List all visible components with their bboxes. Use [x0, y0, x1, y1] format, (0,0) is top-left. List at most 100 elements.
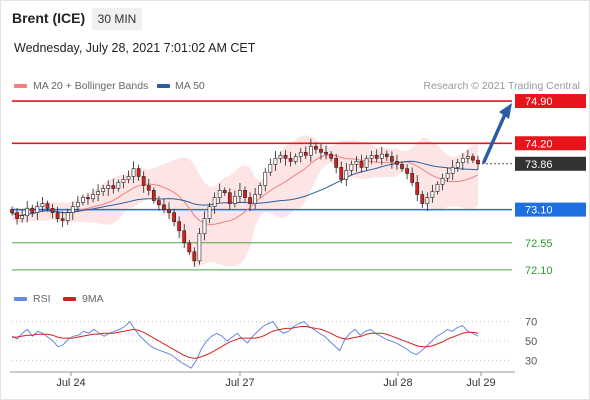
candle-body	[121, 179, 126, 183]
candle-body	[283, 155, 288, 159]
candle-body	[308, 145, 313, 156]
candle-body	[258, 185, 263, 195]
candle-body	[30, 208, 35, 213]
candle-body	[126, 176, 131, 180]
candle-body	[329, 153, 333, 159]
candle-body	[293, 156, 298, 162]
x-tick-label: Jul 29	[466, 377, 495, 389]
candle-body	[476, 159, 480, 165]
candle-body	[374, 155, 379, 159]
candle-body	[400, 164, 404, 169]
candle-body	[425, 197, 430, 204]
candle-body	[243, 190, 247, 198]
candle-body	[455, 162, 460, 168]
candle-body	[65, 212, 70, 221]
candle-body	[298, 152, 303, 157]
candle-body	[45, 203, 50, 209]
candle-body	[420, 194, 425, 204]
candle-body	[131, 168, 136, 177]
candle-body	[303, 152, 308, 156]
candle-body	[187, 242, 192, 253]
level-badge-text-74.20: 74.20	[525, 138, 553, 150]
candle-body	[359, 161, 364, 168]
candle-body	[471, 156, 475, 161]
candle-body	[354, 161, 359, 165]
level-badge-text-74.90: 74.90	[525, 96, 553, 108]
level-badge-text-73.86: 73.86	[525, 159, 553, 171]
candle-body	[430, 191, 435, 198]
candle-body	[91, 194, 95, 200]
candle-body	[141, 176, 146, 186]
candle-body	[405, 168, 409, 174]
x-tick-label: Jul 28	[383, 377, 412, 389]
rsi-tick-50: 50	[525, 336, 537, 348]
candle-body	[349, 164, 354, 171]
candle-body	[81, 197, 85, 203]
candle-body	[364, 158, 369, 168]
candle-body	[384, 153, 389, 157]
candle-body	[162, 204, 166, 210]
candle-body	[96, 191, 100, 195]
candle-body	[339, 167, 344, 180]
candle-body	[314, 145, 318, 150]
candle-body	[212, 197, 217, 207]
candle-body	[390, 156, 394, 162]
candle-body	[273, 158, 278, 165]
candle-body	[415, 182, 420, 195]
candle-body	[278, 155, 283, 159]
candle-body	[60, 218, 65, 221]
candle-body	[111, 185, 116, 189]
candle-body	[167, 209, 171, 213]
candle-body	[232, 196, 237, 204]
candle-body	[379, 153, 384, 159]
candle-body	[75, 202, 80, 207]
candle-body	[248, 197, 252, 204]
candle-body	[106, 185, 111, 189]
candle-body	[288, 158, 293, 162]
candle-body	[136, 168, 141, 177]
candle-body	[440, 177, 445, 185]
price-chart: 74.90 74.20 73.86 73.10 72.55 72.10 70 50 30 Jul …	[10, 94, 586, 389]
candle-body	[157, 200, 161, 206]
candle-body	[238, 190, 242, 197]
candle-body	[146, 185, 151, 191]
candle-body	[324, 152, 328, 155]
candle-body	[217, 190, 222, 198]
candle-body	[253, 194, 258, 204]
forecast-arrow-shaft	[482, 110, 508, 164]
rsi-line	[11, 320, 479, 369]
candle-body	[460, 158, 465, 163]
candle-body	[177, 221, 182, 232]
candle-body	[40, 203, 45, 207]
candle-body	[172, 212, 176, 222]
candle-body	[319, 149, 323, 153]
candle-body	[35, 206, 40, 213]
candle-body	[334, 158, 339, 168]
level-label-72.55: 72.55	[525, 238, 553, 250]
candle-body	[197, 233, 202, 262]
candle-body	[25, 208, 30, 216]
candle-body	[50, 208, 55, 213]
candle-body	[263, 171, 268, 186]
candle-body	[182, 230, 187, 244]
candle-body	[344, 170, 349, 180]
candle-body	[10, 209, 14, 213]
candle-body	[101, 188, 106, 192]
candle-body	[435, 183, 440, 192]
candle-body	[20, 215, 25, 219]
rsi-ma9-line	[12, 326, 479, 359]
level-badge-text-73.10: 73.10	[525, 205, 553, 217]
candle-body	[55, 212, 60, 219]
candle-body	[227, 192, 232, 204]
candle-body	[151, 190, 156, 201]
level-label-72.10: 72.10	[525, 265, 553, 277]
candle-body	[15, 212, 19, 219]
candle-body	[207, 206, 212, 219]
x-tick-label: Jul 24	[56, 377, 85, 389]
rsi-tick-70: 70	[525, 317, 537, 329]
candle-body	[268, 164, 273, 173]
candle-body	[450, 167, 455, 174]
candle-body	[395, 161, 399, 165]
candle-body	[410, 173, 415, 183]
candle-body	[465, 156, 470, 159]
